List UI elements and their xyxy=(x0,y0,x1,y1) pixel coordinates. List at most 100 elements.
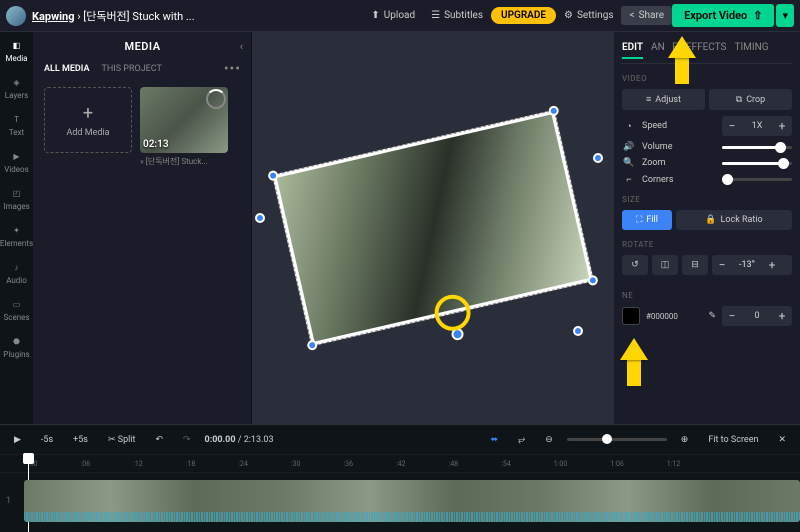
rail-plugins[interactable]: ⬣Plugins xyxy=(3,334,29,359)
outline-color-swatch[interactable] xyxy=(622,307,640,325)
tab-timing[interactable]: TIMING xyxy=(734,42,768,59)
lock-ratio-button[interactable]: 🔒Lock Ratio xyxy=(676,210,792,230)
tab-animate[interactable]: AN E xyxy=(651,42,678,59)
breadcrumb[interactable]: Kapwing › [단독버전] Stuck with ... xyxy=(32,8,363,24)
outline-color-value: #000000 xyxy=(646,312,678,321)
export-dropdown[interactable]: ▾ xyxy=(776,4,794,27)
rotate-left-button[interactable]: ↺ xyxy=(622,255,648,275)
canvas-area[interactable] xyxy=(252,32,614,424)
rail-elements[interactable]: ✦Elements xyxy=(0,223,33,248)
rotate-plus[interactable]: + xyxy=(762,255,782,275)
corners-slider[interactable] xyxy=(722,178,792,181)
zoom-out-button[interactable]: ⊖ xyxy=(539,432,559,448)
rail-layers[interactable]: ◈Layers xyxy=(5,75,28,100)
rotate-handle[interactable] xyxy=(450,327,464,341)
rotate-stepper[interactable]: −-13°+ xyxy=(712,255,792,275)
text-icon: T xyxy=(10,112,24,126)
timeline-clip[interactable] xyxy=(24,480,800,522)
right-properties-panel: EDIT AN E EFFECTS TIMING VIDEO ≡Adjust ⧉… xyxy=(614,32,800,424)
zoom-icon: 🔍 xyxy=(622,158,636,168)
tab-this-project[interactable]: THIS PROJECT xyxy=(101,64,161,74)
back-5s-button[interactable]: -5s xyxy=(35,432,59,448)
crop-button[interactable]: ⧉Crop xyxy=(709,89,792,110)
fwd-5s-button[interactable]: +5s xyxy=(67,432,94,448)
outline-stepper[interactable]: −0+ xyxy=(722,306,792,326)
zoom-slider[interactable] xyxy=(722,162,792,165)
add-media-button[interactable]: +Add Media xyxy=(44,87,132,153)
volume-slider[interactable] xyxy=(722,146,792,149)
media-thumbnail[interactable]: 02:13 » [단독버전] Stuck... xyxy=(140,87,228,167)
rail-audio[interactable]: ♪Audio xyxy=(6,260,27,285)
share-button[interactable]: <Share xyxy=(621,6,672,25)
tab-all-media[interactable]: ALL MEDIA xyxy=(44,64,89,74)
user-avatar[interactable] xyxy=(6,6,26,26)
timeline-zoom-slider[interactable] xyxy=(567,438,667,441)
plugins-icon: ⬣ xyxy=(9,334,23,348)
volume-label: Volume xyxy=(642,142,716,152)
side-handle[interactable] xyxy=(255,213,265,223)
outline-plus[interactable]: + xyxy=(772,306,792,326)
media-more-icon[interactable]: ••• xyxy=(224,61,241,77)
media-panel-title: MEDIA xyxy=(124,40,160,53)
side-handle[interactable] xyxy=(593,153,603,163)
scenes-icon: ▭ xyxy=(10,297,24,311)
outline-minus[interactable]: − xyxy=(722,306,742,326)
rotate-minus[interactable]: − xyxy=(712,255,732,275)
side-handle[interactable] xyxy=(573,326,583,336)
eyedropper-icon[interactable]: ✎ xyxy=(708,311,716,321)
trim-mode-button[interactable]: ⥂ xyxy=(512,432,531,448)
zoom-in-button[interactable]: ⊕ xyxy=(675,432,695,448)
flip-h-icon: ◫ xyxy=(661,260,670,270)
adjust-icon: ≡ xyxy=(646,94,651,105)
track-number: 1 xyxy=(6,496,24,506)
timeline-track[interactable]: 1 xyxy=(0,473,800,529)
snap-button[interactable]: ⬌ xyxy=(485,432,505,448)
speed-plus[interactable]: + xyxy=(772,116,792,136)
corners-label: Corners xyxy=(642,175,716,185)
fit-to-screen-button[interactable]: Fit to Screen xyxy=(702,432,764,448)
resize-handle-br[interactable] xyxy=(587,274,599,286)
rail-videos[interactable]: ▶Videos xyxy=(4,149,28,174)
speed-minus[interactable]: − xyxy=(722,116,742,136)
speed-label: Speed xyxy=(642,121,716,131)
rail-scenes[interactable]: ▭Scenes xyxy=(4,297,30,322)
subtitles-button[interactable]: ☰Subtitles xyxy=(423,6,491,25)
close-timeline-button[interactable]: ✕ xyxy=(772,432,792,448)
corners-icon: ⌐ xyxy=(622,174,636,185)
section-size-label: SIZE xyxy=(622,195,792,204)
play-button[interactable]: ▶ xyxy=(8,432,27,448)
fill-button[interactable]: ⛶Fill xyxy=(622,210,672,230)
rail-media[interactable]: ◧Media xyxy=(5,38,27,63)
tab-edit[interactable]: EDIT xyxy=(622,42,643,59)
left-rail: ◧Media ◈Layers TText ▶Videos ◰Images ✦El… xyxy=(0,32,34,424)
flip-v-icon: ⊟ xyxy=(691,260,699,270)
collapse-panel-icon[interactable]: ‹ xyxy=(240,40,243,53)
upgrade-button[interactable]: UPGRADE xyxy=(491,7,556,24)
section-video-label: VIDEO xyxy=(622,74,792,83)
timeline-time-display: 0:00.00 / 2:13.03 xyxy=(205,435,274,445)
videos-icon: ▶ xyxy=(9,149,23,163)
redo-button[interactable]: ↷ xyxy=(177,432,197,448)
upload-button[interactable]: ⬆Upload xyxy=(363,6,423,25)
media-panel: MEDIA ‹ ALL MEDIA THIS PROJECT ••• +Add M… xyxy=(34,32,252,424)
undo-button[interactable]: ↶ xyxy=(149,432,169,448)
timeline-ruler[interactable]: :00:06:12:18:24:30:36:42:48:541:001:061:… xyxy=(0,455,800,473)
rail-text[interactable]: TText xyxy=(9,112,24,137)
flip-h-button[interactable]: ◫ xyxy=(652,255,678,275)
settings-button[interactable]: ⚙Settings xyxy=(556,6,621,25)
rail-images[interactable]: ◰Images xyxy=(3,186,29,211)
adjust-button[interactable]: ≡Adjust xyxy=(622,89,705,110)
video-clip-frame[interactable] xyxy=(272,110,594,347)
split-button[interactable]: ✂ Split xyxy=(102,432,142,448)
timeline: ▶ -5s +5s ✂ Split ↶ ↷ 0:00.00 / 2:13.03 … xyxy=(0,424,800,529)
speed-stepper[interactable]: −1X+ xyxy=(722,116,792,136)
zoom-label: Zoom xyxy=(642,158,716,168)
images-icon: ◰ xyxy=(10,186,24,200)
thumb-filename: » [단독버전] Stuck... xyxy=(140,156,228,167)
tab-effects[interactable]: EFFECTS xyxy=(686,42,727,59)
flip-v-button[interactable]: ⊟ xyxy=(682,255,708,275)
upload-icon: ⬆ xyxy=(371,10,379,21)
section-outline-label: NE xyxy=(622,291,792,300)
layers-icon: ◈ xyxy=(9,75,23,89)
export-video-button[interactable]: Export Video⇧ xyxy=(672,4,774,27)
